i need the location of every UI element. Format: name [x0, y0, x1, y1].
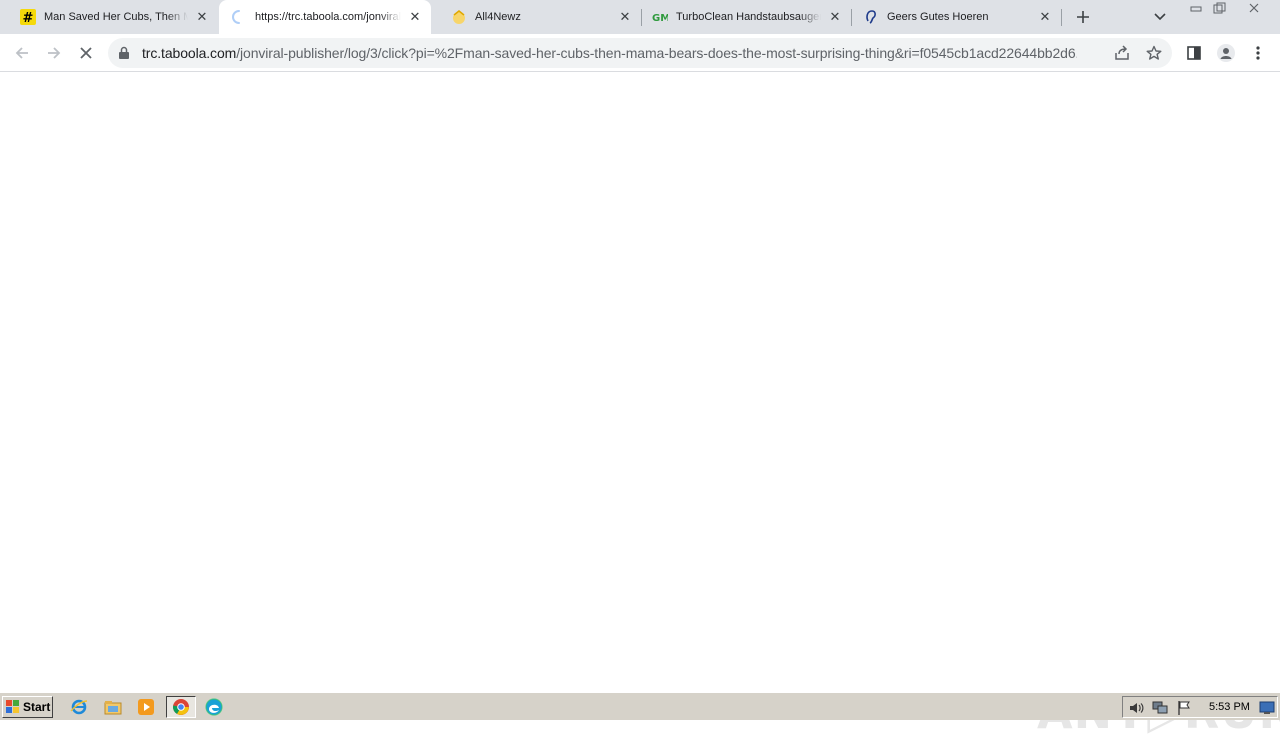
address-bar[interactable]: trc.taboola.com/jonviral-publisher/log/3…: [108, 38, 1172, 68]
start-label: Start: [23, 700, 51, 714]
side-panel-icon[interactable]: [1180, 39, 1208, 67]
tab-geers[interactable]: Geers Gutes Hoeren ✕: [851, 0, 1061, 34]
url-text[interactable]: trc.taboola.com/jonviral-publisher/log/3…: [142, 45, 1077, 61]
tab-turboclean[interactable]: GM TurboClean Handstaubsauger ✕: [641, 0, 851, 34]
new-tab-button[interactable]: [1071, 5, 1095, 29]
url-path: /jonviral-publisher/log/3/click?pi=%2Fma…: [236, 45, 1077, 61]
tab-all4newz[interactable]: All4Newz ✕: [431, 0, 641, 34]
close-tab-icon[interactable]: ✕: [1037, 9, 1053, 25]
close-tab-icon[interactable]: ✕: [617, 9, 633, 25]
media-player-icon[interactable]: [136, 697, 156, 717]
share-icon[interactable]: [1113, 44, 1131, 62]
minimize-button[interactable]: [1184, 0, 1208, 16]
close-window-button[interactable]: [1242, 0, 1266, 16]
gm-icon: GM: [652, 9, 668, 25]
file-explorer-icon[interactable]: [103, 697, 123, 717]
loading-spinner-icon: [231, 9, 247, 25]
all4newz-icon: [451, 9, 467, 25]
close-tab-icon[interactable]: ✕: [407, 9, 423, 25]
windows-logo-icon: [6, 700, 20, 714]
tab-title: All4Newz: [475, 11, 521, 23]
tab-separator: [1061, 9, 1062, 26]
svg-text:GM: GM: [652, 13, 668, 24]
tab-title: TurboClean Handstaubsauger: [676, 11, 821, 23]
close-tab-icon[interactable]: ✕: [827, 9, 843, 25]
tab-man-saved-her-cubs[interactable]: # Man Saved Her Cubs, Then Mama Bears Do…: [0, 0, 218, 34]
tab-title: Geers Gutes Hoeren: [887, 11, 989, 23]
start-button[interactable]: Start: [2, 696, 53, 718]
tab-search-chevron-icon[interactable]: [1150, 7, 1170, 27]
volume-icon[interactable]: [1127, 699, 1145, 717]
system-tray: 5:53 PM: [1122, 696, 1278, 718]
stop-loading-button[interactable]: [72, 39, 100, 67]
clock[interactable]: 5:53 PM: [1209, 701, 1250, 713]
chrome-icon[interactable]: [166, 696, 196, 718]
network-icon[interactable]: [1151, 699, 1169, 717]
tab-strip: # Man Saved Her Cubs, Then Mama Bears Do…: [0, 0, 1280, 34]
browser-toolbar: trc.taboola.com/jonviral-publisher/log/3…: [0, 34, 1280, 72]
forward-button[interactable]: [40, 39, 68, 67]
hashtag-icon: #: [20, 9, 36, 25]
url-host: trc.taboola.com: [142, 45, 237, 61]
internet-explorer-icon[interactable]: [69, 697, 89, 717]
action-center-flag-icon[interactable]: [1175, 699, 1193, 717]
back-button[interactable]: [8, 39, 36, 67]
ear-icon: [863, 9, 879, 25]
restore-button[interactable]: [1208, 0, 1232, 16]
tab-taboola-click[interactable]: https://trc.taboola.com/jonviral-publish…: [219, 0, 431, 34]
svg-text:#: #: [23, 11, 34, 25]
page-content: ANY▷RUN: [0, 72, 1280, 739]
tab-title: https://trc.taboola.com/jonviral-publish…: [255, 11, 401, 23]
menu-kebab-icon[interactable]: [1244, 39, 1272, 67]
lock-icon[interactable]: [118, 46, 130, 60]
close-tab-icon[interactable]: ✕: [194, 9, 210, 25]
edge-icon[interactable]: [204, 697, 224, 717]
windows-taskbar: Start 5:53 PM: [0, 692, 1280, 720]
profile-avatar-icon[interactable]: [1212, 39, 1240, 67]
tab-title: Man Saved Her Cubs, Then Mama Bears Does…: [44, 11, 188, 23]
bookmark-star-icon[interactable]: [1145, 44, 1163, 62]
show-desktop-icon[interactable]: [1258, 699, 1276, 717]
